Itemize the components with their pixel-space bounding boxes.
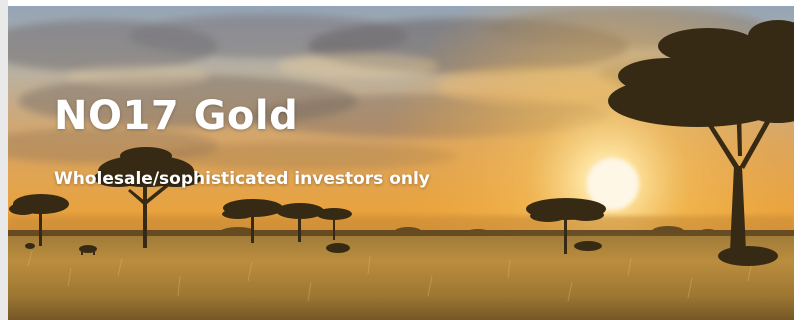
hero-banner: NO17 Gold Wholesale/sophisticated invest… — [8, 6, 794, 320]
hero-background-image — [8, 6, 794, 320]
page: NO17 Gold Wholesale/sophisticated invest… — [0, 0, 802, 320]
hero-title: NO17 Gold — [54, 93, 299, 139]
hero-subtitle: Wholesale/sophisticated investors only — [54, 169, 430, 189]
left-gutter — [0, 0, 8, 320]
